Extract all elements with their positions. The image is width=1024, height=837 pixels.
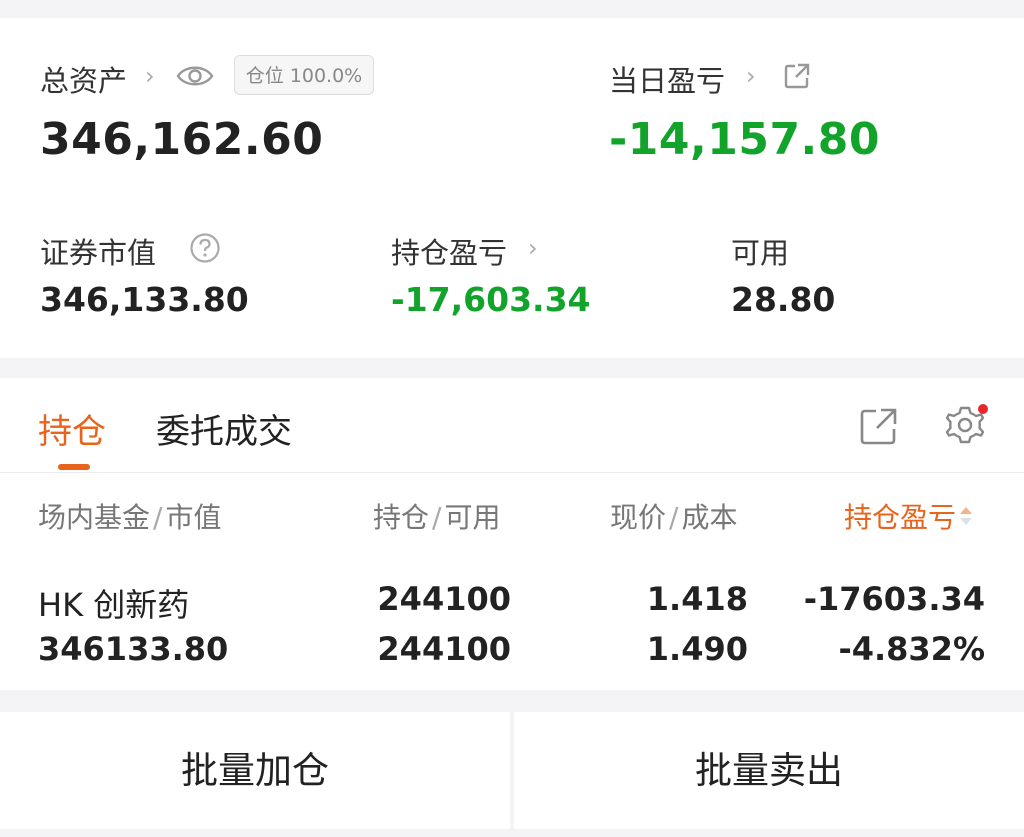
daily-pl-value: -14,157.80 — [609, 114, 880, 165]
batch-sell-button[interactable]: 批量卖出 — [514, 712, 1024, 829]
tab-orders-trades[interactable]: 委托成交 — [156, 404, 292, 453]
fund-market-value: 346133.80 — [38, 630, 229, 668]
available-value: 28.80 — [731, 280, 836, 319]
column-header-fund-value: 场内基金 / 市值 — [38, 501, 222, 534]
holding-pl-percent: -4.832% — [838, 630, 985, 668]
chevron-right-icon[interactable]: › — [145, 62, 155, 90]
help-circle-icon[interactable] — [189, 232, 221, 268]
gear-icon[interactable] — [941, 404, 989, 454]
holding-pl-value: -17,603.34 — [391, 280, 591, 319]
total-assets-label[interactable]: 总资产 — [40, 58, 127, 100]
cost-price: 1.490 — [646, 630, 748, 668]
available-label: 可用 — [731, 236, 790, 270]
share-icon[interactable] — [859, 406, 899, 450]
fund-name: HK 创新药 — [38, 586, 190, 624]
securities-value-label: 证券市值 — [40, 236, 157, 270]
tab-positions[interactable]: 持仓 — [38, 404, 106, 453]
daily-pl-label[interactable]: 当日盈亏 — [609, 58, 725, 100]
chevron-right-icon[interactable]: › — [746, 62, 756, 90]
column-header-holding-pl[interactable]: 持仓盈亏 — [844, 496, 974, 536]
eye-icon[interactable] — [176, 62, 214, 94]
holding-quantity: 244100 — [377, 580, 511, 618]
column-header-holding-available: 持仓 / 可用 — [373, 501, 501, 534]
current-price: 1.418 — [646, 580, 748, 618]
batch-add-button[interactable]: 批量加仓 — [0, 712, 510, 829]
holding-pl-label[interactable]: 持仓盈亏 — [391, 230, 507, 272]
column-header-price-cost: 现价 / 成本 — [610, 501, 738, 534]
account-summary: 总资产 › 仓位 100.0% 346,162.60 当日盈亏 › -14,15… — [0, 18, 1024, 358]
available-quantity: 244100 — [377, 630, 511, 668]
active-tab-indicator — [58, 464, 90, 470]
position-ratio-badge: 仓位 100.0% — [234, 55, 374, 95]
action-bar: 批量加仓 批量卖出 — [0, 712, 1024, 829]
external-link-icon[interactable] — [783, 62, 811, 94]
securities-value: 346,133.80 — [40, 280, 249, 319]
tabs-divider — [0, 472, 1024, 473]
chevron-right-icon[interactable]: › — [528, 234, 538, 262]
holding-pl-amount: -17603.34 — [803, 580, 985, 618]
total-assets-value: 346,162.60 — [40, 114, 324, 165]
positions-panel: 持仓 委托成交 场内基金 / 市值 持仓 / 可用 现价 / 成本 持仓盈亏 HK 创新药 … — [0, 378, 1024, 690]
table-row[interactable]: HK 创新药 346133.80 244100 244100 1.418 1.4… — [0, 568, 1024, 678]
sort-icon[interactable] — [958, 503, 974, 536]
